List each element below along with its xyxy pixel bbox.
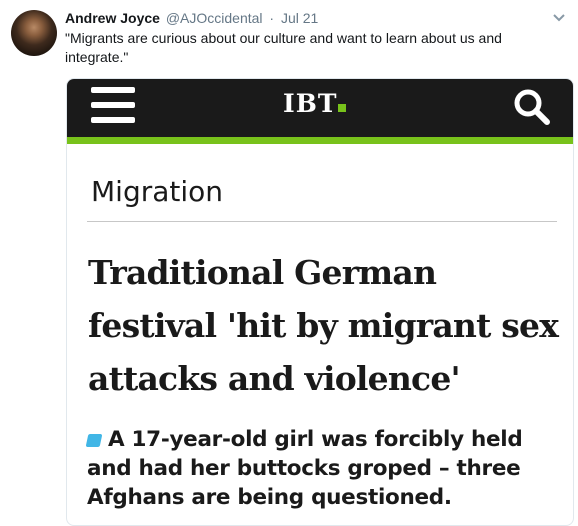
site-logo: IBT bbox=[283, 87, 347, 121]
article-headline: Traditional German festival 'hit by migr… bbox=[88, 253, 559, 398]
article-subhead: A 17-year-old girl was forcibly held and… bbox=[85, 425, 565, 512]
brand-accent-line bbox=[67, 137, 573, 144]
author-name[interactable]: Andrew Joyce bbox=[65, 10, 160, 26]
hamburger-menu-icon bbox=[91, 87, 135, 123]
tweet-header: Andrew Joyce @AJOccidental · Jul 21 bbox=[65, 9, 318, 27]
site-header: IBT bbox=[67, 79, 573, 137]
bullet-icon bbox=[85, 434, 103, 447]
tweet-timestamp[interactable]: Jul 21 bbox=[281, 10, 318, 26]
separator-dot: · bbox=[269, 10, 275, 26]
chevron-down-icon[interactable] bbox=[552, 13, 566, 23]
search-icon bbox=[514, 89, 550, 125]
tweet-text: "Migrants are curious about our culture … bbox=[65, 30, 502, 65]
tweet-media-image[interactable]: IBT Migration Traditional German festiva… bbox=[66, 78, 574, 526]
section-divider bbox=[87, 221, 557, 222]
site-logo-text: IBT bbox=[283, 89, 338, 118]
logo-dot bbox=[338, 104, 347, 112]
avatar[interactable] bbox=[11, 10, 57, 56]
article-subhead-text: A 17-year-old girl was forcibly held and… bbox=[87, 427, 523, 510]
section-label: Migration bbox=[91, 175, 224, 208]
author-handle[interactable]: @AJOccidental bbox=[166, 10, 263, 26]
